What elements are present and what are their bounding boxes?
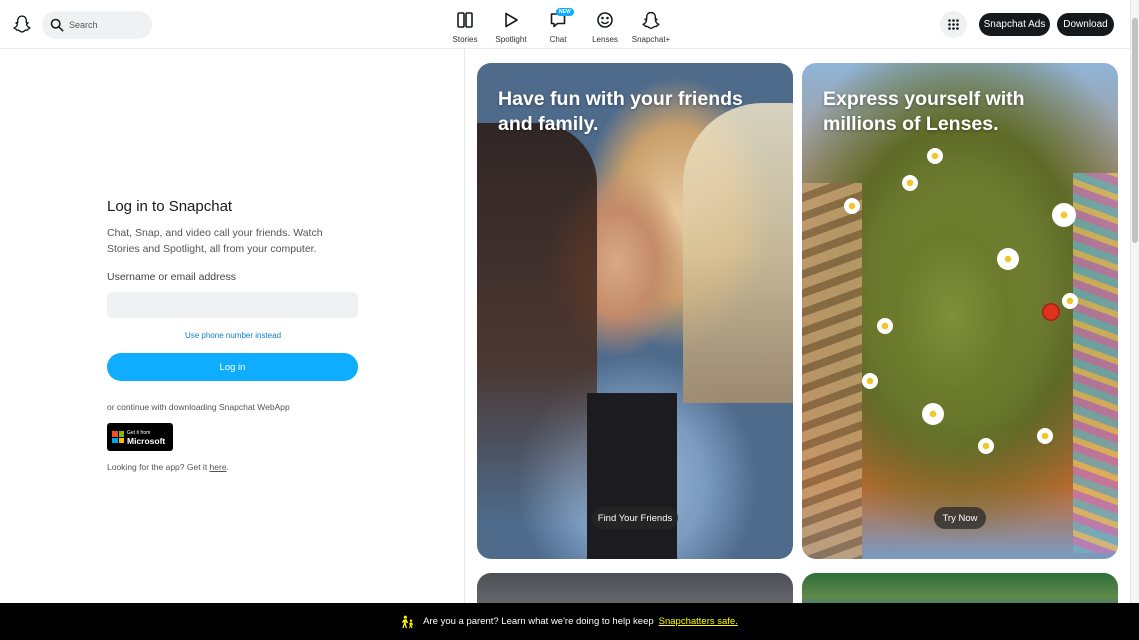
login-button[interactable]: Log in [107,353,358,381]
login-description: Chat, Snap, and video call your friends.… [107,227,323,255]
flower-icon [1062,293,1078,309]
card-photo-braid-right [1073,173,1118,553]
flower-icon [844,198,860,214]
looking-end: . [226,462,229,472]
flower-icon [1037,428,1053,444]
search-bar[interactable] [42,11,152,39]
flower-icon [997,248,1019,270]
banner-text: Are you a parent? Learn what we're doing… [423,616,654,627]
scrollbar-thumb[interactable] [1132,18,1138,243]
flower-icon [862,373,878,389]
column-divider [464,49,465,604]
nav-lenses-label: Lenses [592,35,618,44]
microsoft-store-badge[interactable]: Get it from Microsoft [107,423,173,451]
microsoft-logo-icon [112,431,124,443]
flower-icon [922,403,944,425]
flower-icon [1042,303,1060,321]
snapchatters-safe-link[interactable]: Snapchatters safe. [659,616,738,627]
looking-for-app-text: Looking for the app? Get it here. [107,462,359,472]
username-label: Username or email address [107,271,236,283]
flower-icon [877,318,893,334]
continue-text: or continue with downloading Snapchat We… [107,402,290,412]
new-badge: NEW [556,8,574,16]
spotlight-icon [505,12,518,28]
search-icon [50,18,64,32]
card-photo-hair-light [683,103,793,403]
snapchat-plus-icon [642,11,660,29]
try-now-button[interactable]: Try Now [934,507,986,529]
card-photo-shirt [587,393,677,559]
nav-snapchat-plus[interactable]: Snapchat+ [626,6,676,44]
nav-stories[interactable]: Stories [440,6,490,44]
page-scrollbar[interactable] [1130,0,1139,603]
grid-icon [948,19,959,30]
friends-promo-card: Have fun with your friends and family. F… [477,63,793,559]
ms-badge-big-text: Microsoft [127,436,166,446]
nav-spotlight[interactable]: Spotlight [486,6,536,44]
card-photo-braid-left [802,183,862,559]
parent-safety-banner: Are you a parent? Learn what we're doing… [0,603,1139,640]
nav-lenses[interactable]: Lenses [580,6,630,44]
download-button[interactable]: Download [1057,13,1114,36]
snapchat-ghost-logo-icon[interactable] [12,14,32,34]
family-walking-icon [402,615,414,628]
stories-icon [457,12,473,28]
lenses-promo-card: Express yourself with millions of Lenses… [802,63,1118,559]
search-input[interactable] [69,20,144,30]
nav-stories-label: Stories [452,35,478,44]
flower-icon [1052,203,1076,227]
card-title: Express yourself with millions of Lenses… [823,88,1025,135]
flower-icon [978,438,994,454]
looking-text: Looking for the app? Get it [107,462,210,472]
card-title: Have fun with your friends and family. [498,88,743,135]
snapchat-ads-button[interactable]: Snapchat Ads [979,13,1050,36]
get-app-here-link[interactable]: here [210,462,227,472]
login-panel: Log in to Snapchat Chat, Snap, and video… [107,198,359,472]
username-input[interactable] [107,292,358,318]
login-title: Log in to Snapchat [107,198,233,215]
lenses-icon [597,12,613,28]
nav-chat-label: Chat [549,35,567,44]
nav-chat[interactable]: NEW Chat [533,6,583,44]
apps-grid-button[interactable] [940,11,967,38]
nav-spotlight-label: Spotlight [495,35,527,44]
card-photo-hair [477,123,597,523]
flower-icon [902,175,918,191]
use-phone-link[interactable]: Use phone number instead [107,331,359,340]
flower-icon [927,148,943,164]
find-your-friends-button[interactable]: Find Your Friends [592,507,678,529]
top-header: Stories Spotlight NEW Chat Lenses Snapch… [0,0,1130,49]
nav-snapchat-plus-label: Snapchat+ [631,35,671,44]
